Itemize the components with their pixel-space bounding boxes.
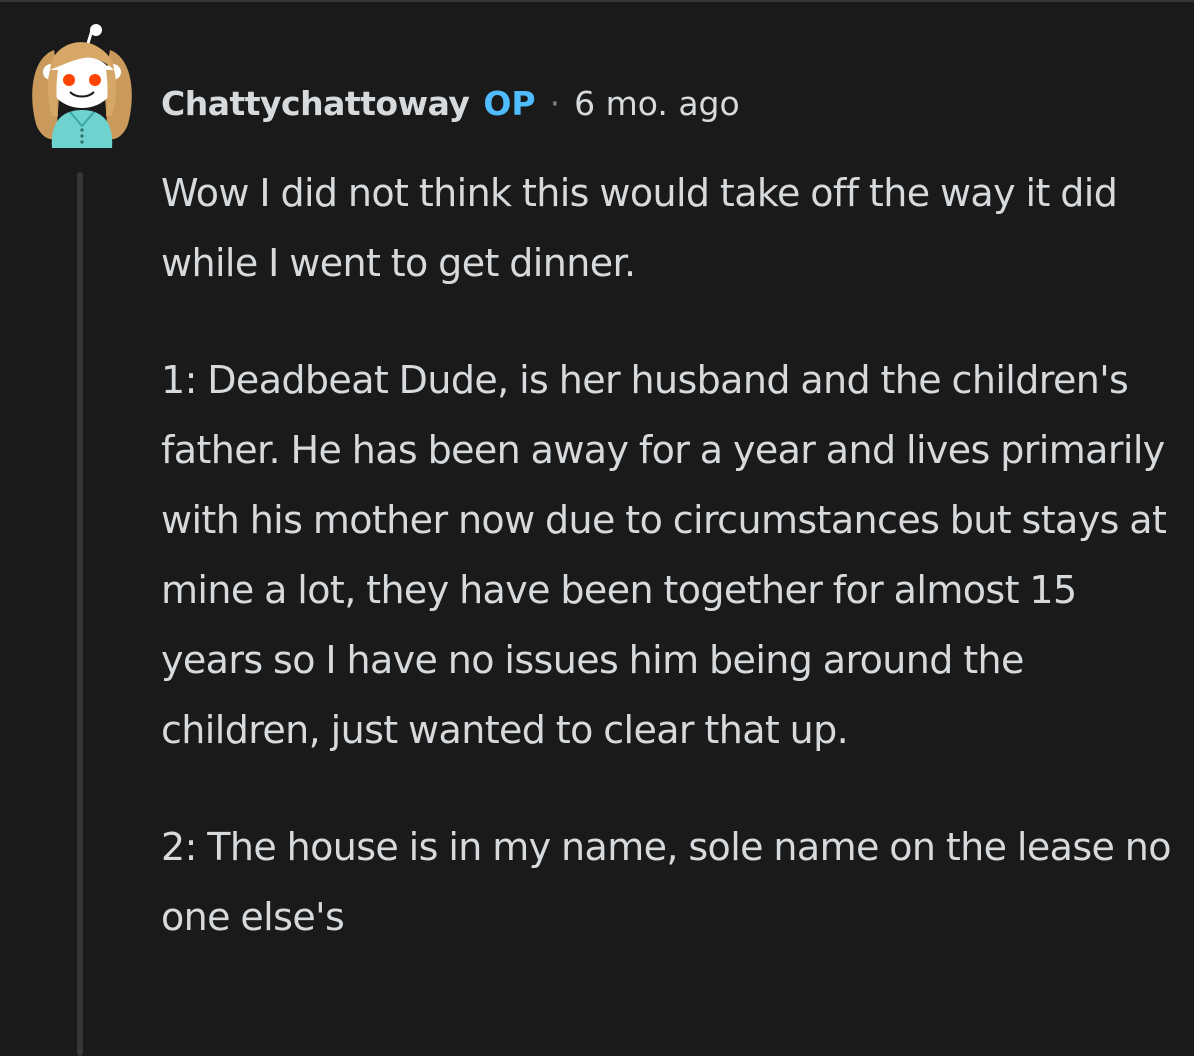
- comment-timestamp[interactable]: 6 mo. ago: [574, 84, 740, 123]
- op-badge: OP: [483, 83, 536, 123]
- comment: Chattychattoway OP · 6 mo. ago Wow I did…: [0, 0, 1194, 1056]
- comment-paragraph: 2: The house is in my name, sole name on…: [161, 825, 1172, 939]
- snoo-avatar-icon[interactable]: [26, 24, 138, 148]
- comment-header: Chattychattoway OP · 6 mo. ago: [161, 80, 740, 126]
- comment-paragraph: 1: Deadbeat Dude, is her husband and the…: [161, 358, 1167, 752]
- comment-paragraph: Wow I did not think this would take off …: [161, 171, 1118, 285]
- separator-dot: ·: [549, 83, 561, 123]
- thread-collapse-line[interactable]: [77, 172, 83, 1056]
- comment-body: Wow I did not think this would take off …: [161, 158, 1172, 999]
- comment-author[interactable]: Chattychattoway: [161, 84, 470, 123]
